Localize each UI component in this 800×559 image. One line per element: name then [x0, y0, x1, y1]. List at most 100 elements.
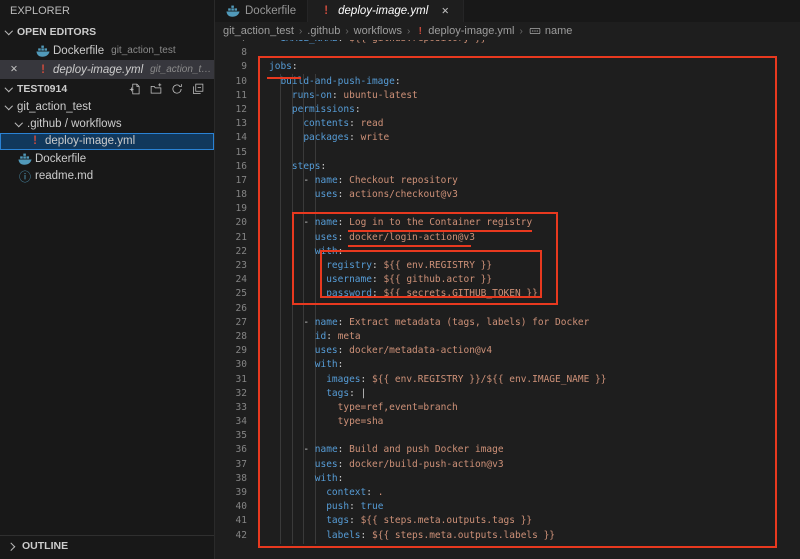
line-number[interactable]: 35 — [215, 429, 247, 443]
tree-item-deploy-image-yml[interactable]: !deploy-image.yml — [0, 133, 214, 150]
collapse-all-icon[interactable] — [191, 83, 205, 95]
code-line-42[interactable]: 42 labels: ${{ steps.meta.outputs.labels… — [215, 529, 800, 543]
line-number[interactable]: 27 — [215, 316, 247, 330]
breadcrumb-item-name[interactable]: name — [528, 25, 573, 37]
new-file-icon[interactable] — [128, 83, 142, 95]
code-line-34[interactable]: 34 type=sha — [215, 415, 800, 429]
breadcrumb-item-github[interactable]: .github — [307, 25, 340, 37]
outline-header[interactable]: OUTLINE — [0, 535, 214, 556]
code-line-20[interactable]: 20 - name: Log in to the Container regis… — [215, 216, 800, 230]
code-line-27[interactable]: 27 - name: Extract metadata (tags, label… — [215, 316, 800, 330]
breadcrumb-item-git-action-test[interactable]: git_action_test — [223, 25, 294, 37]
code-editor[interactable]: 7 IMAGE_NAME: ${{ github.repository }}89… — [215, 40, 800, 559]
line-number[interactable]: 10 — [215, 75, 247, 89]
breadcrumb-item-deploy-image-yml[interactable]: !deploy-image.yml — [415, 25, 514, 37]
line-number[interactable]: 20 — [215, 216, 247, 230]
line-number[interactable]: 32 — [215, 387, 247, 401]
line-number[interactable]: 25 — [215, 287, 247, 301]
line-number[interactable]: 26 — [215, 302, 247, 316]
code-line-29[interactable]: 29 uses: docker/metadata-action@v4 — [215, 344, 800, 358]
line-number[interactable]: 12 — [215, 103, 247, 117]
line-number[interactable]: 19 — [215, 202, 247, 216]
code-line-18[interactable]: 18 uses: actions/checkout@v3 — [215, 188, 800, 202]
chevron-down-icon — [4, 102, 14, 112]
code-line-8[interactable]: 8 — [215, 46, 800, 60]
line-number[interactable]: 11 — [215, 89, 247, 103]
line-number[interactable]: 30 — [215, 358, 247, 372]
line-number[interactable]: 38 — [215, 472, 247, 486]
code-line-24[interactable]: 24 username: ${{ github.actor }} — [215, 273, 800, 287]
tree-item-github-workflows[interactable]: .github / workflows — [0, 115, 214, 132]
code-line-36[interactable]: 36 - name: Build and push Docker image — [215, 443, 800, 457]
line-number[interactable]: 36 — [215, 443, 247, 457]
open-editor-dockerfile[interactable]: Dockerfilegit_action_test — [0, 41, 214, 60]
line-number[interactable]: 37 — [215, 458, 247, 472]
code-line-22[interactable]: 22 with: — [215, 245, 800, 259]
code-line-21[interactable]: 21 uses: docker/login-action@v3 — [215, 231, 800, 245]
code-line-37[interactable]: 37 uses: docker/build-push-action@v3 — [215, 458, 800, 472]
line-number[interactable]: 39 — [215, 486, 247, 500]
tree-item-readme-md[interactable]: ⓘreadme.md — [0, 168, 214, 185]
open-editors-header[interactable]: OPEN EDITORS — [0, 22, 214, 41]
line-number[interactable]: 23 — [215, 259, 247, 273]
breadcrumb-item-workflows[interactable]: workflows — [354, 25, 402, 37]
code-line-28[interactable]: 28 id: meta — [215, 330, 800, 344]
line-number[interactable]: 8 — [215, 46, 247, 60]
line-number[interactable]: 17 — [215, 174, 247, 188]
code-line-10[interactable]: 10 build-and-push-image: — [215, 75, 800, 89]
line-number[interactable]: 13 — [215, 117, 247, 131]
code-line-9[interactable]: 9jobs: — [215, 60, 800, 74]
code-line-35[interactable]: 35 — [215, 429, 800, 443]
code-line-19[interactable]: 19 — [215, 202, 800, 216]
tree-item-git-action-test[interactable]: git_action_test — [0, 98, 214, 115]
line-number[interactable]: 40 — [215, 500, 247, 514]
code-line-16[interactable]: 16 steps: — [215, 160, 800, 174]
file-name: Dockerfile — [53, 45, 104, 57]
code-line-30[interactable]: 30 with: — [215, 358, 800, 372]
code-line-13[interactable]: 13 contents: read — [215, 117, 800, 131]
code-line-23[interactable]: 23 registry: ${{ env.REGISTRY }} — [215, 259, 800, 273]
tab-dockerfile[interactable]: Dockerfile — [215, 0, 308, 22]
code-line-25[interactable]: 25 password: ${{ secrets.GITHUB_TOKEN }} — [215, 287, 800, 301]
open-editor-deploy-image-yml[interactable]: ✕!deploy-image.ymlgit_action_test/... — [0, 60, 214, 79]
line-number[interactable]: 33 — [215, 401, 247, 415]
code-line-26[interactable]: 26 — [215, 302, 800, 316]
new-folder-icon[interactable] — [149, 83, 163, 95]
code-lines: 7 IMAGE_NAME: ${{ github.repository }}89… — [215, 40, 800, 543]
close-editor-button[interactable]: ✕ — [7, 60, 21, 79]
tree-item-dockerfile[interactable]: Dockerfile — [0, 150, 214, 167]
line-number[interactable]: 14 — [215, 131, 247, 145]
line-number[interactable]: 16 — [215, 160, 247, 174]
code-line-40[interactable]: 40 push: true — [215, 500, 800, 514]
breadcrumb-label: workflows — [354, 25, 402, 37]
line-number[interactable]: 28 — [215, 330, 247, 344]
line-number[interactable]: 41 — [215, 514, 247, 528]
code-line-41[interactable]: 41 tags: ${{ steps.meta.outputs.tags }} — [215, 514, 800, 528]
code-line-31[interactable]: 31 images: ${{ env.REGISTRY }}/${{ env.I… — [215, 373, 800, 387]
code-line-17[interactable]: 17 - name: Checkout repository — [215, 174, 800, 188]
code-line-14[interactable]: 14 packages: write — [215, 131, 800, 145]
line-number[interactable]: 9 — [215, 60, 247, 74]
code-line-32[interactable]: 32 tags: | — [215, 387, 800, 401]
line-number[interactable]: 29 — [215, 344, 247, 358]
line-number[interactable]: 22 — [215, 245, 247, 259]
code-line-12[interactable]: 12 permissions: — [215, 103, 800, 117]
close-tab-button[interactable]: ✕ — [438, 5, 452, 17]
code-line-15[interactable]: 15 — [215, 146, 800, 160]
code-line-39[interactable]: 39 context: . — [215, 486, 800, 500]
tab-deploy-image-yml[interactable]: !deploy-image.yml✕ — [308, 0, 464, 22]
line-content — [247, 202, 269, 216]
line-number[interactable]: 24 — [215, 273, 247, 287]
line-number[interactable]: 18 — [215, 188, 247, 202]
code-line-11[interactable]: 11 runs-on: ubuntu-latest — [215, 89, 800, 103]
line-content: with: — [247, 245, 343, 259]
workspace-folder-header[interactable]: TEST0914 — [0, 79, 214, 98]
code-line-33[interactable]: 33 type=ref,event=branch — [215, 401, 800, 415]
line-number[interactable]: 42 — [215, 529, 247, 543]
line-number[interactable]: 15 — [215, 146, 247, 160]
refresh-icon[interactable] — [170, 83, 184, 95]
line-number[interactable]: 34 — [215, 415, 247, 429]
line-number[interactable]: 21 — [215, 231, 247, 245]
code-line-38[interactable]: 38 with: — [215, 472, 800, 486]
line-number[interactable]: 31 — [215, 373, 247, 387]
